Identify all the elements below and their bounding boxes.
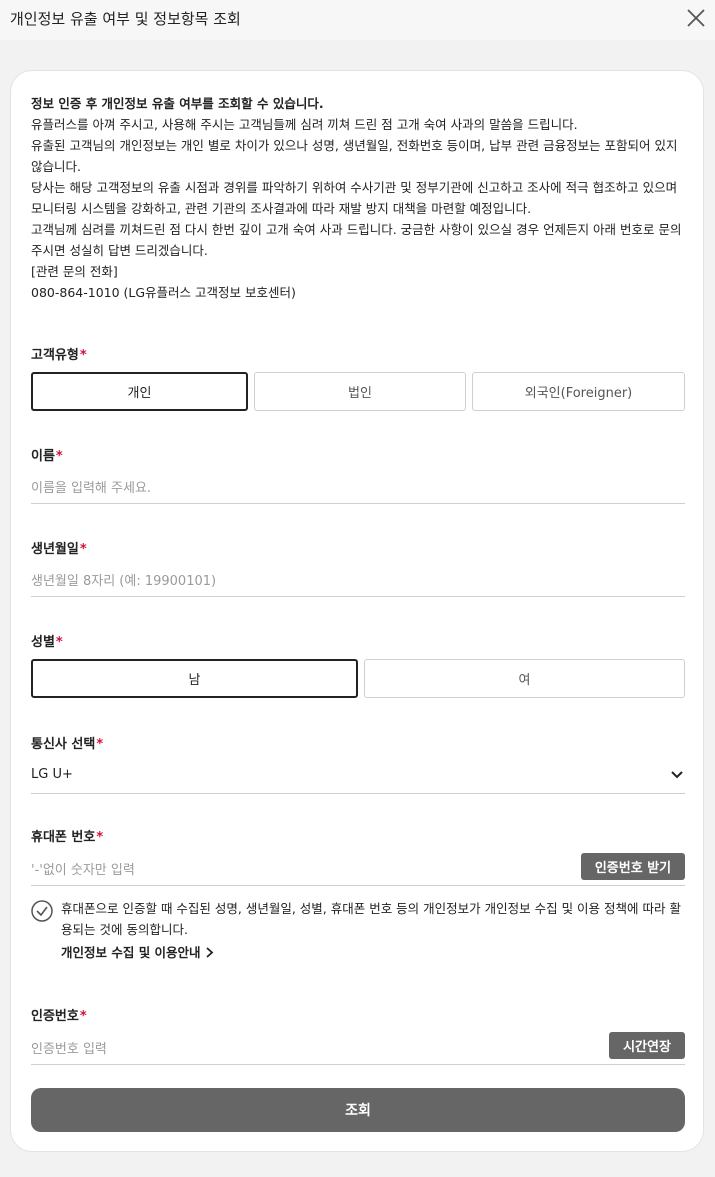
close-icon[interactable]	[684, 6, 708, 30]
auth-code-label-text: 인증번호	[31, 1009, 79, 1024]
required-mark: *	[79, 1009, 87, 1024]
carrier-label-text: 통신사 선택	[31, 737, 96, 752]
privacy-guide-link-text: 개인정보 수집 및 이용안내	[61, 945, 201, 960]
intro-paragraph: 유출된 고객님의 개인정보는 개인 별로 차이가 있으나 성명, 생년월일, 전…	[31, 138, 678, 174]
phone-label-text: 휴대폰 번호	[31, 830, 96, 845]
phone-placeholder: '-'없이 숫자만 입력	[31, 863, 135, 878]
gender-female[interactable]: 여	[364, 659, 685, 698]
carrier-select[interactable]: LG U+	[31, 765, 685, 794]
birth-label: 생년월일*	[31, 538, 87, 557]
required-mark: *	[96, 737, 104, 752]
name-label-text: 이름	[31, 449, 55, 464]
required-mark: *	[55, 449, 63, 464]
birth-label-text: 생년월일	[31, 542, 79, 557]
intro-paragraph: [관련 문의 전화]	[31, 264, 118, 279]
intro-heading: 정보 인증 후 개인정보 유출 여부를 조회할 수 있습니다.	[31, 96, 324, 111]
birth-placeholder: 생년월일 8자리 (예: 19900101)	[31, 574, 217, 589]
intro-paragraph: 유플러스를 아껴 주시고, 사용해 주시는 고객님들께 심려 끼쳐 드린 점 고…	[31, 117, 578, 132]
auth-code-placeholder: 인증번호 입력	[31, 1042, 107, 1057]
required-mark: *	[55, 635, 63, 650]
chevron-right-icon	[206, 947, 214, 958]
chevron-down-icon	[671, 771, 683, 779]
gender-label: 성별*	[31, 631, 63, 650]
extend-time-button[interactable]: 시간연장	[609, 1032, 685, 1059]
customer-type-label-text: 고객유형	[31, 348, 79, 363]
intro-paragraph: 당사는 해당 고객정보의 유출 시점과 경위를 파악하기 위하여 수사기관 및 …	[31, 180, 678, 216]
intro-notice: 정보 인증 후 개인정보 유출 여부를 조회할 수 있습니다. 유플러스를 아껴…	[31, 93, 686, 303]
name-input[interactable]: 이름을 입력해 주세요.	[31, 475, 685, 504]
required-mark: *	[96, 830, 104, 845]
required-mark: *	[79, 542, 87, 557]
name-placeholder: 이름을 입력해 주세요.	[31, 481, 152, 496]
customer-type-foreigner[interactable]: 외국인(Foreigner)	[472, 372, 685, 411]
auth-code-input[interactable]: 인증번호 입력	[31, 1036, 685, 1065]
intro-phone: 080-864-1010 (LG유플러스 고객정보 보호센터)	[31, 285, 296, 300]
privacy-guide-link[interactable]: 개인정보 수집 및 이용안내	[61, 942, 214, 961]
name-label: 이름*	[31, 445, 63, 464]
window-title: 개인정보 유출 여부 및 정보항목 조회	[10, 10, 241, 28]
birth-input[interactable]: 생년월일 8자리 (예: 19900101)	[31, 568, 685, 597]
consent-text: 휴대폰으로 인증할 때 수집된 성명, 생년월일, 성별, 휴대폰 번호 등의 …	[61, 901, 681, 937]
lookup-card: 정보 인증 후 개인정보 유출 여부를 조회할 수 있습니다. 유플러스를 아껴…	[10, 70, 704, 1152]
intro-paragraph: 고객님께 심려를 끼쳐드린 점 다시 한번 깊이 고개 숙여 사과 드립니다. …	[31, 222, 682, 258]
customer-type-label: 고객유형*	[31, 344, 87, 363]
submit-button[interactable]: 조회	[31, 1088, 685, 1132]
required-mark: *	[79, 348, 87, 363]
carrier-label: 통신사 선택*	[31, 733, 103, 752]
gender-label-text: 성별	[31, 635, 55, 650]
gender-male[interactable]: 남	[31, 659, 358, 698]
customer-type-individual[interactable]: 개인	[31, 372, 248, 411]
request-code-button[interactable]: 인증번호 받기	[581, 853, 685, 880]
title-bar: 개인정보 유출 여부 및 정보항목 조회	[0, 0, 715, 40]
customer-type-corporate[interactable]: 법인	[254, 372, 466, 411]
phone-label: 휴대폰 번호*	[31, 826, 103, 845]
check-circle-icon[interactable]	[31, 900, 53, 922]
carrier-value: LG U+	[31, 767, 73, 782]
auth-code-label: 인증번호*	[31, 1005, 87, 1024]
